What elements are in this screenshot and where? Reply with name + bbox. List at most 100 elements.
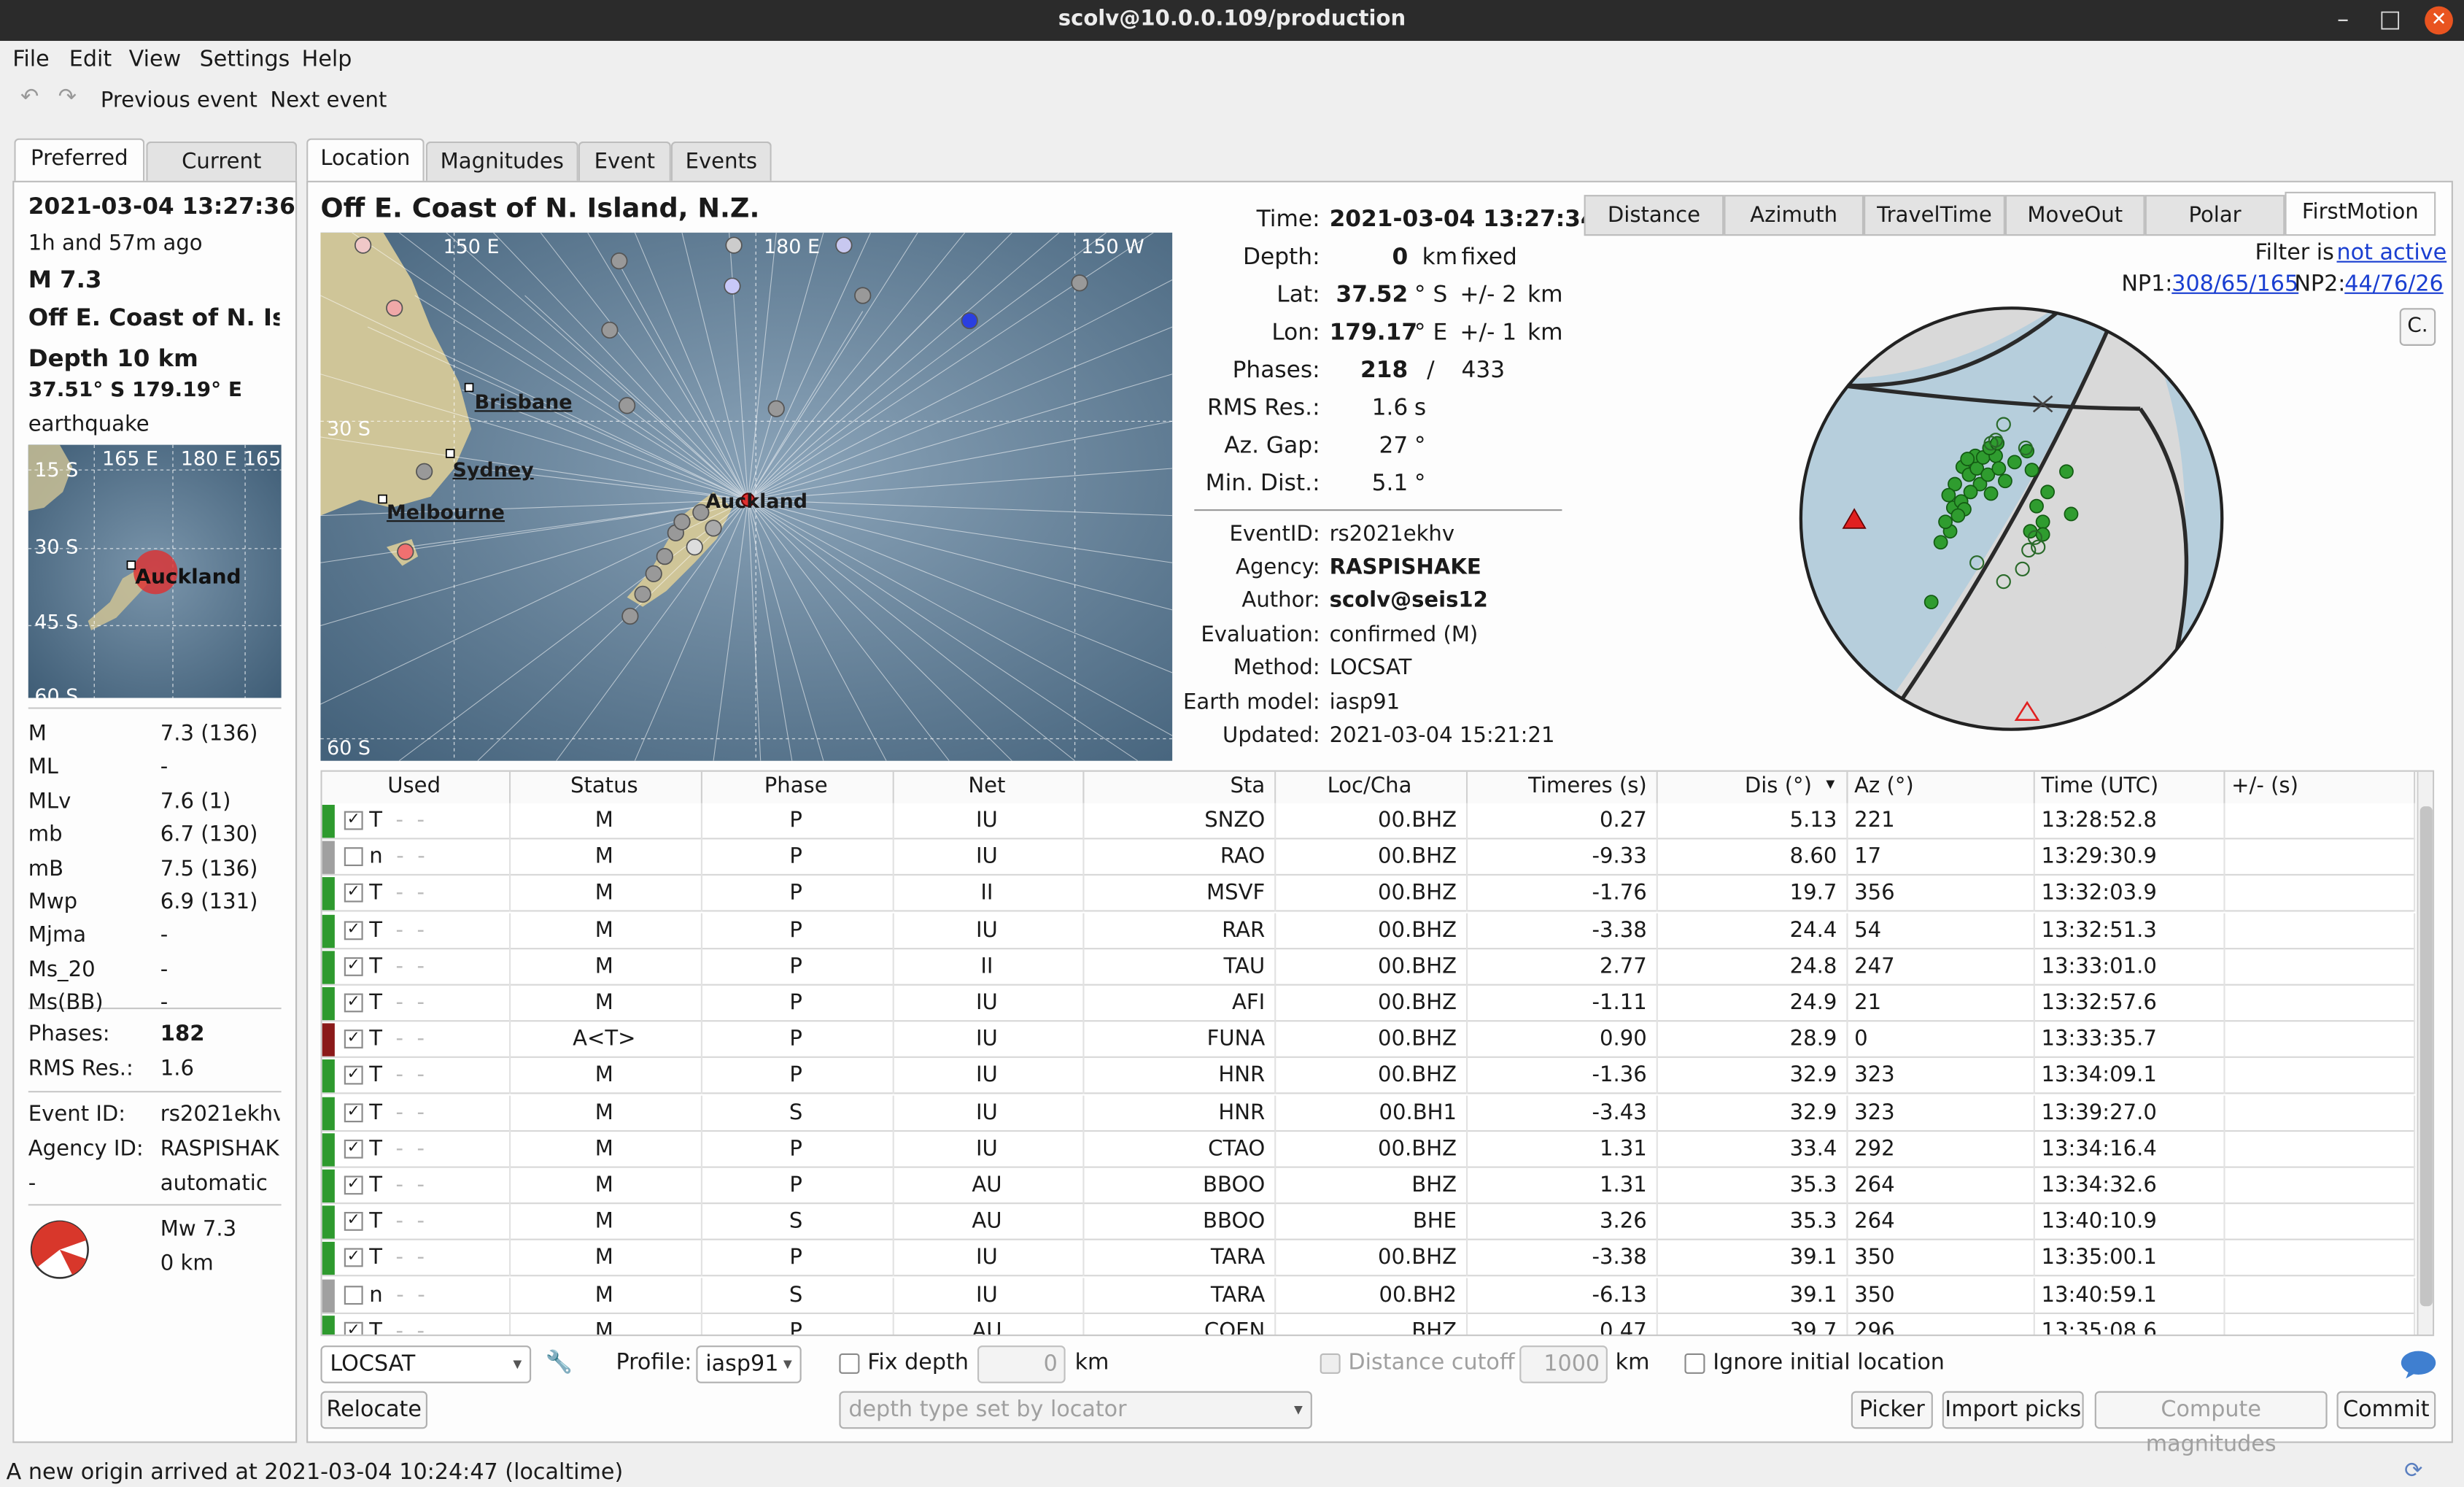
station-marker[interactable]	[601, 321, 619, 339]
locator-select[interactable]: LOCSAT	[320, 1345, 532, 1383]
menu-edit[interactable]: Edit	[69, 47, 112, 72]
compute-magnitudes-button[interactable]: Compute magnitudes	[2094, 1391, 2328, 1457]
tab-distance[interactable]: Distance	[1584, 195, 1724, 236]
station-marker[interactable]	[645, 565, 662, 582]
table-row[interactable]: ✓ T - - M P IU TARA 00.BHZ -3.38 39.1 350 13:35:00…	[322, 1240, 2416, 1278]
station-marker[interactable]	[767, 400, 785, 417]
table-row[interactable]: ✓ T - - M P IU SNZO 00.BHZ 0.27 5.13 221 13:28:52.…	[322, 803, 2416, 840]
fix-depth-checkbox[interactable]	[839, 1353, 860, 1374]
station-marker[interactable]	[725, 236, 743, 254]
column-header-err[interactable]: +/- (s)	[2225, 771, 2416, 803]
ignore-initial-checkbox[interactable]	[1684, 1353, 1705, 1374]
station-marker[interactable]	[835, 236, 853, 254]
table-row[interactable]: n - - M S IU TARA 00.BH2 -6.13 39.1 350 13:40:59.…	[322, 1277, 2416, 1314]
station-marker[interactable]	[686, 538, 703, 556]
tab-moveout[interactable]: MoveOut	[2004, 195, 2145, 236]
menu-view[interactable]: View	[129, 47, 182, 72]
table-row[interactable]: ✓ T - - M P AU COEN BHZ 0.47 39.7 296 13:35:08.6	[322, 1313, 2416, 1335]
tab-firstmotion[interactable]: FirstMotion	[2285, 191, 2436, 236]
tab-location[interactable]: Location	[306, 138, 425, 182]
close-button[interactable]: ✕	[2425, 6, 2453, 35]
table-row[interactable]: ✓ T - - A<T> P IU FUNA 00.BHZ 0.90 28.9 0 13:33:35…	[322, 1021, 2416, 1059]
import-picks-button[interactable]: Import picks	[1942, 1391, 2084, 1429]
station-marker[interactable]	[656, 547, 673, 565]
profile-select[interactable]: iasp91	[696, 1345, 802, 1383]
tab-events[interactable]: Events	[670, 141, 772, 182]
table-row[interactable]: n - - M P IU RAO 00.BHZ -9.33 8.60 17 13:29:30.9	[322, 839, 2416, 876]
station-marker[interactable]	[397, 543, 414, 560]
first-motion-plot[interactable]	[1791, 298, 2231, 738]
table-row[interactable]: ✓ T - - M P II MSVF 00.BHZ -1.76 19.7 356 13:32:03…	[322, 876, 2416, 913]
column-header-status[interactable]: Status	[511, 771, 702, 803]
station-marker[interactable]	[673, 513, 691, 530]
tab-preferred[interactable]: Preferred	[14, 138, 145, 182]
station-marker[interactable]	[618, 397, 636, 414]
minimize-button[interactable]: –	[2322, 0, 2363, 41]
table-row[interactable]: ✓ T - - M P IU HNR 00.BHZ -1.36 32.9 323 13:34:09.…	[322, 1058, 2416, 1095]
table-row[interactable]: ✓ T - - M S AU BBOO BHE 3.26 35.3 264 13:40:10.9	[322, 1204, 2416, 1241]
tab-azimuth[interactable]: Azimuth	[1724, 195, 1864, 236]
chat-icon[interactable]	[2400, 1348, 2438, 1380]
station-marker[interactable]	[355, 236, 372, 254]
maximize-button[interactable]: □	[2370, 0, 2411, 41]
column-header-loc[interactable]: Loc/Cha	[1276, 771, 1468, 803]
forward-arrow-icon[interactable]: ↷	[58, 85, 77, 109]
menu-settings[interactable]: Settings	[200, 47, 290, 72]
tab-event[interactable]: Event	[578, 141, 671, 182]
location-map[interactable]: 150 E 180 E 150 W 30 S 60 S Brisbane Syd…	[320, 232, 1173, 761]
column-header-net[interactable]: Net	[894, 771, 1085, 803]
relocate-button[interactable]: Relocate	[320, 1391, 427, 1429]
magnitude-value: 7.3 (136)	[160, 721, 258, 747]
cell-loc: 00.BHZ	[1276, 1240, 1468, 1278]
distance-cutoff-checkbox[interactable]	[1320, 1353, 1341, 1374]
table-row[interactable]: ✓ T - - M P IU CTAO 00.BHZ 1.31 33.4 292 13:34:16.…	[322, 1131, 2416, 1168]
column-header-time[interactable]: Time (UTC)	[2034, 771, 2225, 803]
station-marker[interactable]	[611, 252, 628, 270]
previous-event-button[interactable]: Previous event	[101, 88, 257, 113]
distance-cutoff-input[interactable]: 1000	[1519, 1345, 1608, 1383]
filter-link[interactable]: not active	[2337, 241, 2447, 266]
station-marker[interactable]	[386, 299, 403, 317]
column-header-az[interactable]: Az (°)	[1848, 771, 2035, 803]
wrench-icon[interactable]: 🔧	[546, 1351, 573, 1375]
station-marker[interactable]	[634, 585, 651, 603]
table-row[interactable]: ✓ T - - M P IU RAR 00.BHZ -3.38 24.4 54 13:32:51.3	[322, 912, 2416, 949]
station-marker[interactable]	[1071, 274, 1088, 292]
picker-button[interactable]: Picker	[1851, 1391, 1933, 1429]
cell-err	[2225, 876, 2416, 913]
column-header-used[interactable]: Used	[322, 771, 511, 803]
station-marker[interactable]	[416, 463, 433, 480]
menu-file[interactable]: File	[12, 47, 49, 72]
fix-depth-input[interactable]: 0	[977, 1345, 1066, 1383]
column-header-phase[interactable]: Phase	[702, 771, 894, 803]
tab-magnitudes[interactable]: Magnitudes	[425, 141, 578, 182]
np1-link[interactable]: 308/65/165	[2172, 272, 2298, 297]
station-marker[interactable]	[724, 277, 741, 295]
table-row[interactable]: ✓ T - - M P II TAU 00.BHZ 2.77 24.8 247 13:33:01.0	[322, 949, 2416, 986]
column-header-dis[interactable]: Dis (°)	[1657, 771, 1848, 803]
station-marker[interactable]	[705, 520, 722, 537]
menu-help[interactable]: Help	[302, 47, 352, 72]
tab-traveltime[interactable]: TravelTime	[1864, 195, 2005, 236]
cell-err	[2225, 1313, 2416, 1335]
table-scrollbar[interactable]	[2417, 771, 2433, 1335]
station-marker[interactable]	[621, 607, 639, 625]
depth-type-select[interactable]: depth type set by locator	[839, 1391, 1312, 1429]
mini-map[interactable]: 165 E 180 E 165 15 S 30 S 45 S 60 S Auck…	[28, 444, 282, 698]
back-arrow-icon[interactable]: ↶	[20, 85, 39, 109]
arrival-table[interactable]: Used Status Phase Net Sta Loc/Cha Timeres (s) D…	[320, 770, 2435, 1337]
column-header-sta[interactable]: Sta	[1084, 771, 1276, 803]
cell-dis: 24.4	[1658, 912, 1848, 949]
next-event-button[interactable]: Next event	[271, 88, 387, 113]
table-row[interactable]: ✓ T - - M S IU HNR 00.BH1 -3.43 32.9 323 13:39:27.…	[322, 1094, 2416, 1132]
np2-link[interactable]: 44/76/26	[2344, 272, 2443, 297]
commit-button[interactable]: Commit	[2336, 1391, 2436, 1429]
tab-polar[interactable]: Polar	[2145, 195, 2285, 236]
tab-current[interactable]: Current	[146, 141, 298, 182]
table-row[interactable]: ✓ T - - M P IU AFI 00.BHZ -1.11 24.9 21 13:32:57.6	[322, 985, 2416, 1022]
station-marker[interactable]	[854, 287, 872, 304]
table-row[interactable]: ✓ T - - M P AU BBOO BHZ 1.31 35.3 264 13:34:32.6	[322, 1167, 2416, 1205]
station-marker[interactable]	[961, 312, 978, 330]
compute-fm-button[interactable]: C.	[2399, 308, 2436, 346]
column-header-res[interactable]: Timeres (s)	[1468, 771, 1658, 803]
